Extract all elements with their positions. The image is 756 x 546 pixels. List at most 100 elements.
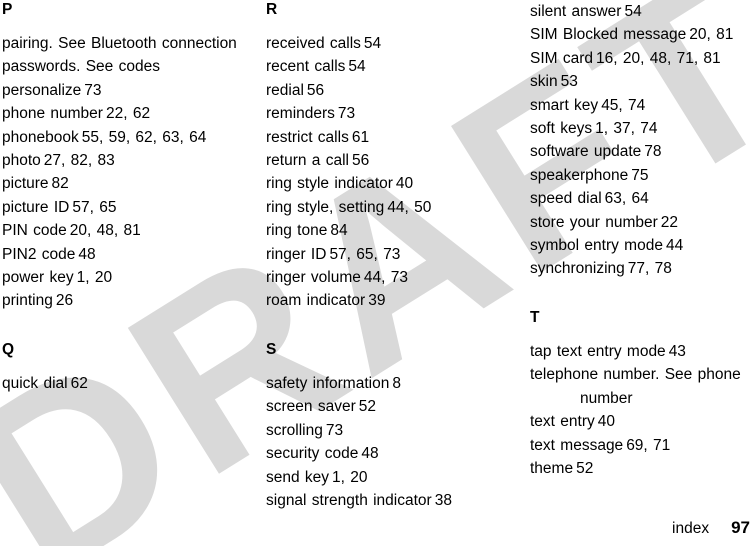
index-entry-pages: 26 — [55, 292, 74, 310]
index-entry-pages: 63, 64 — [604, 190, 649, 208]
index-entry: personalize 73 — [2, 79, 256, 102]
index-entry-term: send key — [266, 468, 330, 486]
index-entry: phone number 22, 62 — [2, 102, 256, 125]
index-entry: safety information 8 — [266, 372, 512, 395]
index-entry: software update 78 — [530, 140, 756, 163]
index-entry-term: ring style indicator — [266, 175, 393, 193]
index-entry-term: restrict calls — [266, 128, 349, 146]
letter-heading-s: S — [266, 340, 277, 358]
index-entry: received calls 54 — [266, 32, 512, 55]
index-entry-pages: 77, 78 — [627, 260, 672, 278]
index-entry-pages: 16, 20, 48, 71, 81 — [596, 49, 721, 67]
index-entry-list: tap text entry mode 43 telephone number. S… — [530, 340, 756, 480]
index-entry-pages: 8 — [392, 374, 401, 392]
index-entry: security code 48 — [266, 442, 512, 465]
index-entry-term: speed dial — [530, 190, 602, 208]
index-entry-pages: 73 — [84, 81, 102, 99]
index-entry-pages: 54 — [624, 3, 642, 20]
index-entry-pages: 48 — [78, 245, 96, 263]
index-entry-term: skin — [530, 73, 558, 91]
index-entry: power key 1, 20 — [2, 266, 256, 289]
index-entry: PIN code 20, 48, 81 — [2, 219, 256, 242]
index-entry-pages: 1, 37, 74 — [595, 120, 658, 138]
index-entry-term: synchronizing — [530, 260, 625, 278]
index-entry: reminders 73 — [266, 102, 512, 125]
index-entry: redial 56 — [266, 79, 512, 102]
index-entry: printing 26 — [2, 289, 256, 312]
index-entry-pages: 73 — [337, 105, 356, 123]
index-entry: symbol entry mode 44 — [530, 234, 756, 257]
index-entry: SIM Blocked message 20, 81 — [530, 23, 756, 46]
index-entry-list: pairing. See Bluetooth connection passwor… — [2, 32, 256, 313]
index-entry: ringer ID 57, 65, 73 — [266, 243, 512, 266]
index-entry-term: SIM Blocked message — [530, 26, 687, 44]
index-entry: screen saver 52 — [266, 395, 512, 418]
index-entry-term: silent answer — [530, 3, 622, 20]
index-entry-pages: 40 — [395, 175, 414, 193]
index-entry-term: tap text entry mode — [530, 342, 666, 360]
index-entry-pages: 61 — [351, 128, 370, 146]
index-entry-pages: 20, 81 — [689, 26, 734, 44]
index-entry: smart key 45, 74 — [530, 94, 756, 117]
index-entry: photo 27, 82, 83 — [2, 149, 256, 172]
index-entry: soft keys 1, 37, 74 — [530, 117, 756, 140]
index-entry: ring tone 84 — [266, 219, 512, 242]
index-entry: picture 82 — [2, 172, 256, 195]
index-entry: send key 1, 20 — [266, 466, 512, 489]
index-entry-term: phone number — [2, 105, 103, 123]
letter-heading-r: R — [266, 1, 278, 18]
index-entry-term: reminders — [266, 105, 335, 123]
index-entry: silent answer 54 — [530, 0, 756, 23]
index-entry-term: telephone number. See phone number — [530, 366, 741, 407]
index-entry-term: software update — [530, 143, 642, 161]
index-entry-term: scrolling — [266, 421, 323, 439]
index-entry-pages: 1, 20 — [76, 269, 113, 287]
index-entry-pages: 27, 82, 83 — [43, 152, 115, 170]
letter-heading-t: T — [530, 308, 540, 326]
index-entry-term: return a call — [266, 152, 349, 170]
index-entry-pages: 22, 62 — [105, 105, 151, 123]
index-entry-pages: 40 — [597, 413, 615, 431]
index-entry: recent calls 54 — [266, 55, 512, 78]
index-entry-pages: 56 — [306, 81, 325, 99]
index-entry-pages: 52 — [358, 398, 376, 416]
index-entry-pages: 54 — [348, 58, 366, 76]
index-entry-pages: 20, 48, 81 — [69, 222, 141, 240]
index-entry-pages: 55, 59, 62, 63, 64 — [81, 128, 207, 146]
index-entry-pages: 53 — [560, 73, 578, 91]
index-entry: ring style indicator 40 — [266, 172, 512, 195]
index-entry: ring style, setting 44, 50 — [266, 196, 512, 219]
index-entry: theme 52 — [530, 457, 756, 480]
index-entry-term: safety information — [266, 374, 390, 392]
index-entry: passwords. See codes — [2, 55, 256, 78]
index-entry-list: quick dial 62 — [2, 372, 256, 395]
index-entry: PIN2 code 48 — [2, 243, 256, 266]
index-entry-term: roam indicator — [266, 292, 366, 310]
index-entry: telephone number. See phone number — [530, 363, 756, 410]
index-entry-pages: 1, 20 — [332, 468, 368, 486]
index-entry-pages: 43 — [668, 342, 686, 360]
index-entry-pages: 44, 50 — [387, 198, 432, 216]
index-entry-term: store your number — [530, 213, 658, 231]
index-entry-pages: 44, 73 — [363, 269, 409, 287]
index-entry-pages: 69, 71 — [626, 436, 671, 454]
index-entry-term: picture ID — [2, 198, 70, 216]
index-entry-pages: 57, 65 — [72, 198, 117, 216]
index-entry-term: theme — [530, 459, 574, 477]
index-entry: text message 69, 71 — [530, 434, 756, 457]
index-entry-term: ringer volume — [266, 269, 361, 287]
index-entry-term: symbol entry mode — [530, 237, 663, 255]
index-entry-pages: 56 — [351, 152, 370, 170]
footer-page-number: 97 — [731, 518, 750, 537]
index-entry: return a call 56 — [266, 149, 512, 172]
index-entry-pages: 84 — [330, 222, 348, 240]
index-entry-pages: 45, 74 — [601, 96, 646, 114]
index-entry-list: safety information 8 screen saver 52 scrolli… — [266, 372, 512, 512]
letter-heading-q: Q — [2, 340, 15, 358]
index-entry: pairing. See Bluetooth connection — [2, 32, 256, 55]
index-entry-term: power key — [2, 269, 74, 287]
index-entry: SIM card 16, 20, 48, 71, 81 — [530, 47, 756, 70]
index-entry-term: speakerphone — [530, 166, 629, 184]
index-entry-term: signal strength indicator — [266, 491, 432, 509]
index-entry: restrict calls 61 — [266, 126, 512, 149]
